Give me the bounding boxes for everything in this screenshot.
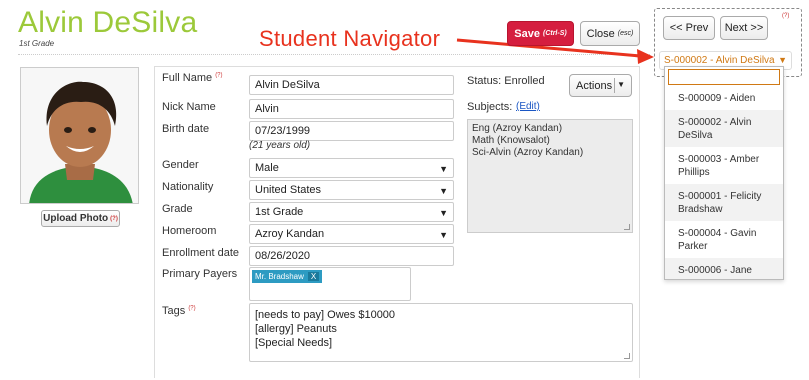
navigator-help-icon[interactable]: (?): [782, 13, 789, 19]
tag-line: [Special Needs]: [255, 337, 333, 349]
homeroom-select-value: Azroy Kandan: [255, 228, 325, 240]
gender-label: Gender: [162, 159, 199, 171]
save-shortcut-hint: (Ctrl-S): [542, 30, 567, 37]
edit-subjects-link[interactable]: (Edit): [516, 101, 540, 112]
actions-button[interactable]: Actions ▼: [569, 74, 632, 97]
nationality-select-value: United States: [255, 184, 322, 196]
enrollment-status: Status: Enrolled: [467, 75, 545, 87]
upload-photo-label: Upload Photo: [43, 213, 109, 224]
close-button-label: Close: [586, 27, 615, 40]
birth-date-label: Birth date: [162, 123, 210, 135]
payer-tag: Mr. Bradshaw X: [252, 270, 323, 283]
student-option-list: S-000009 - Aiden S-000002 - Alvin DeSilva…: [665, 86, 783, 279]
subject-item: Math (Knowsalot): [472, 135, 550, 146]
gender-select-value: Male: [255, 162, 279, 174]
student-option[interactable]: S-000009 - Aiden: [665, 86, 783, 110]
chevron-down-icon: ▼: [439, 164, 448, 174]
student-grade-subtitle: 1st Grade: [19, 39, 55, 48]
full-name-field[interactable]: Alvin DeSilva: [249, 75, 454, 95]
chevron-down-icon: ▼: [439, 230, 448, 240]
payer-tag-label: Mr. Bradshaw: [255, 272, 304, 281]
student-search-input[interactable]: [668, 69, 780, 85]
nationality-select[interactable]: United States ▼: [249, 180, 454, 200]
full-name-label: Full Name (?): [162, 72, 223, 84]
student-name-title: Alvin DeSilva: [18, 6, 198, 39]
student-select-dropdown: S-000009 - Aiden S-000002 - Alvin DeSilva…: [664, 66, 784, 280]
actions-divider: [614, 78, 615, 93]
gender-select[interactable]: Male ▼: [249, 158, 454, 178]
homeroom-label: Homeroom: [162, 225, 217, 237]
next-student-button[interactable]: Next >>: [720, 16, 768, 40]
close-button[interactable]: Close (esc): [580, 21, 640, 46]
student-photo: [20, 67, 139, 204]
homeroom-select[interactable]: Azroy Kandan ▼: [249, 224, 454, 244]
birth-date-field[interactable]: 07/23/1999: [249, 121, 454, 141]
tags-label: Tags (?): [162, 305, 196, 317]
student-option[interactable]: S-000003 - Amber Phillips: [665, 147, 783, 184]
tags-textarea[interactable]: [needs to pay] Owes $10000 [allergy] Pea…: [249, 303, 633, 362]
student-option[interactable]: S-000002 - Alvin DeSilva: [665, 110, 783, 147]
grade-label: Grade: [162, 203, 193, 215]
nick-name-label: Nick Name: [162, 101, 216, 113]
subjects-list: Eng (Azroy Kandan) Math (Knowsalot) Sci-…: [467, 119, 633, 233]
remove-payer-icon[interactable]: X: [307, 272, 320, 281]
full-name-help-icon: (?): [215, 72, 223, 79]
subject-item: Eng (Azroy Kandan): [472, 123, 563, 134]
student-option[interactable]: S-000001 - Felicity Bradshaw: [665, 184, 783, 221]
student-option[interactable]: S-000006 - Jane Stanton: [665, 258, 783, 279]
nick-name-field[interactable]: Alvin: [249, 99, 454, 119]
close-shortcut-hint: (esc): [617, 30, 634, 37]
upload-photo-button[interactable]: Upload Photo (?): [41, 210, 120, 227]
chevron-down-icon: ▼: [439, 208, 448, 218]
tag-line: [needs to pay] Owes $10000: [255, 309, 396, 321]
chevron-down-icon: ▼: [778, 55, 787, 65]
enrollment-date-label: Enrollment date: [162, 247, 240, 259]
chevron-down-icon: ▼: [439, 186, 448, 196]
prev-student-button[interactable]: << Prev: [663, 16, 715, 40]
grade-select[interactable]: 1st Grade ▼: [249, 202, 454, 222]
upload-help-icon: (?): [110, 215, 118, 222]
student-option[interactable]: S-000004 - Gavin Parker: [665, 221, 783, 258]
save-button-label: Save: [514, 27, 540, 40]
age-note: (21 years old): [249, 140, 311, 151]
resize-handle-icon[interactable]: [624, 353, 630, 359]
tag-line: [allergy] Peanuts: [255, 323, 337, 335]
primary-payers-field[interactable]: Mr. Bradshaw X: [249, 267, 411, 301]
grade-select-value: 1st Grade: [255, 206, 304, 218]
enrollment-date-field[interactable]: 08/26/2020: [249, 246, 454, 266]
subjects-label: Subjects:: [467, 101, 513, 113]
annotation-label: Student Navigator: [259, 26, 441, 51]
subject-item: Sci-Alvin (Azroy Kandan): [472, 147, 584, 158]
primary-payers-label: Primary Payers: [162, 268, 238, 280]
chevron-down-icon: ▼: [617, 80, 625, 89]
actions-button-label: Actions: [576, 79, 613, 92]
nationality-label: Nationality: [162, 181, 214, 193]
student-select-value: S-000002 - Alvin DeSilva: [664, 55, 775, 66]
student-photo-image: [21, 68, 138, 203]
tags-help-icon: (?): [188, 305, 196, 312]
save-button[interactable]: Save (Ctrl-S): [507, 21, 574, 46]
resize-handle-icon[interactable]: [624, 224, 630, 230]
